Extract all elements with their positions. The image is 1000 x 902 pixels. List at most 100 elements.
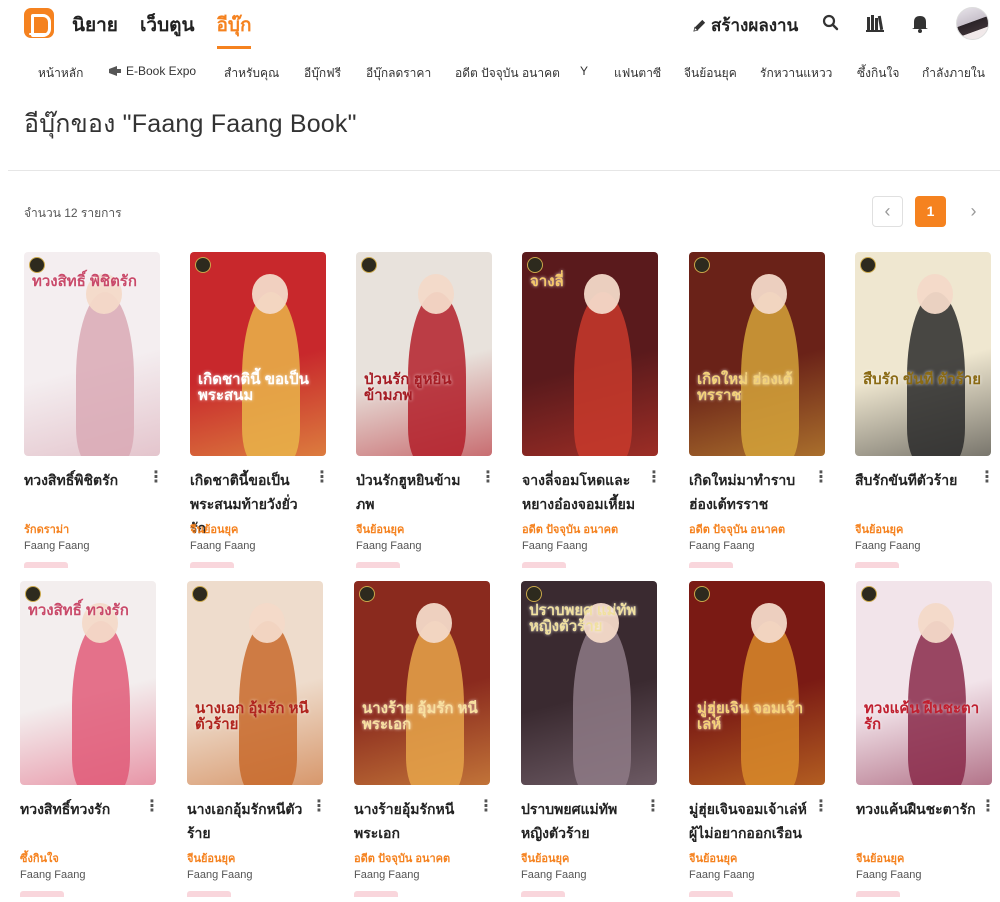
book-cover[interactable]: นางร้าย อุ้มรัก หนีพระเอก <box>354 581 490 785</box>
search-icon[interactable] <box>820 12 842 34</box>
book-author[interactable]: Faang Faang <box>689 540 754 552</box>
book-author[interactable]: Faang Faang <box>689 869 754 881</box>
book-genre[interactable]: ซึ้งกินใจ <box>20 849 59 867</box>
book-cover[interactable]: จางลี่ <box>522 252 658 456</box>
category-item[interactable]: แฟนตาซี <box>614 64 661 83</box>
book-author[interactable]: Faang Faang <box>521 869 586 881</box>
category-item[interactable]: กำลังภายใน <box>922 64 985 83</box>
more-options-icon[interactable]: ⋮ <box>314 470 330 486</box>
cover-title-text: ทวงสิทธิ์ พิชิตรัก <box>32 273 137 290</box>
category-item-ebook-expo[interactable]: E-Book Expo <box>108 64 196 78</box>
book-title[interactable]: มู่ฮุ่ยเจินจอมเจ้าเล่ห์ผู้ไม่อยากออกเรือ… <box>689 797 809 845</box>
category-item[interactable]: อดีต ปัจจุบัน อนาคต <box>455 64 560 83</box>
more-options-icon[interactable]: ⋮ <box>980 799 996 815</box>
cover-badge-icon <box>25 586 41 602</box>
category-item[interactable]: หน้าหลัก <box>38 64 83 83</box>
more-options-icon[interactable]: ⋮ <box>311 799 327 815</box>
book-genre[interactable]: อดีต ปัจจุบัน อนาคต <box>522 520 618 538</box>
more-options-icon[interactable]: ⋮ <box>813 799 829 815</box>
book-title[interactable]: นางร้ายอุ้มรักหนีพระเอก <box>354 797 474 845</box>
more-options-icon[interactable]: ⋮ <box>144 799 160 815</box>
book-cover[interactable]: ทวงแค้น ฝืนชะตารัก <box>856 581 992 785</box>
category-item[interactable]: อีบุ๊กฟรี <box>304 64 341 83</box>
more-options-icon[interactable]: ⋮ <box>646 470 662 486</box>
book-cover[interactable]: ปราบพยศ แม่ทัพหญิงตัวร้าย <box>521 581 657 785</box>
cover-badge-icon <box>860 257 876 273</box>
book-cover[interactable]: สืบรัก ขันที ตัวร้าย <box>855 252 991 456</box>
book-cover[interactable]: ทวงสิทธิ์ ทวงรัก <box>20 581 156 785</box>
pagination-prev-button[interactable]: ‹ <box>872 196 903 227</box>
book-title[interactable]: นางเอกอุ้มรักหนีตัวร้าย <box>187 797 307 845</box>
book-cover[interactable]: เกิดใหม่ ฮ่องเต้ทรราช <box>689 252 825 456</box>
book-author[interactable]: Faang Faang <box>24 540 89 552</box>
more-options-icon[interactable]: ⋮ <box>979 470 995 486</box>
book-cover[interactable]: นางเอก อุ้มรัก หนีตัวร้าย <box>187 581 323 785</box>
book-author[interactable]: Faang Faang <box>187 869 252 881</box>
cover-figure <box>574 292 632 456</box>
category-item[interactable]: รักหวานแหวว <box>760 64 832 83</box>
book-title[interactable]: เกิดใหม่มาทำราบฮ่องเต้ทรราช <box>689 468 809 516</box>
book-author[interactable]: Faang Faang <box>855 540 920 552</box>
book-title[interactable]: สืบรักขันทีตัวร้าย <box>855 468 975 492</box>
nav-webtoon[interactable]: เว็บตูน <box>140 10 195 49</box>
book-cover[interactable]: ทวงสิทธิ์ พิชิตรัก <box>24 252 160 456</box>
book-cover[interactable]: มู่ฮุ่ยเจิน จอมเจ้าเล่ห์ <box>689 581 825 785</box>
price-tag <box>689 891 733 897</box>
book-genre[interactable]: อดีต ปัจจุบัน อนาคต <box>354 849 450 867</box>
book-genre[interactable]: จีนย้อนยุค <box>689 849 737 867</box>
book-author[interactable]: Faang Faang <box>522 540 587 552</box>
bookshelf-icon[interactable] <box>864 12 886 34</box>
book-cover[interactable]: ป่วนรัก ฮูหยิน ข้ามภพ <box>356 252 492 456</box>
book-title[interactable]: ทวงแค้นฝืนชะตารัก <box>856 797 976 821</box>
more-options-icon[interactable]: ⋮ <box>148 470 164 486</box>
book-author[interactable]: Faang Faang <box>856 869 921 881</box>
cover-title-text: จางลี่ <box>530 273 564 290</box>
cover-title-text: เกิดชาตินี้ ขอเป็นพระสนม <box>198 371 309 404</box>
book-genre[interactable]: จีนย้อนยุค <box>856 849 904 867</box>
cover-figure <box>418 274 454 314</box>
nav-ebook[interactable]: อีบุ๊ก <box>216 10 252 49</box>
category-item[interactable]: Y <box>580 64 588 78</box>
book-genre[interactable]: จีนย้อนยุค <box>190 520 238 538</box>
cover-badge-icon <box>527 257 543 273</box>
main-nav: นิยาย เว็บตูน อีบุ๊ก <box>72 10 273 49</box>
top-bar: นิยาย เว็บตูน อีบุ๊ก สร้างผลงาน <box>0 0 1000 49</box>
cover-badge-icon <box>195 257 211 273</box>
category-item[interactable]: สำหรับคุณ <box>224 64 279 83</box>
category-item-label: E-Book Expo <box>126 64 197 78</box>
book-genre[interactable]: จีนย้อนยุค <box>187 849 235 867</box>
book-genre[interactable]: รักดราม่า <box>24 520 69 538</box>
pagination-next-button[interactable]: › <box>958 196 989 227</box>
book-author[interactable]: Faang Faang <box>190 540 255 552</box>
site-logo[interactable] <box>24 8 54 38</box>
book-genre[interactable]: จีนย้อนยุค <box>356 520 404 538</box>
book-author[interactable]: Faang Faang <box>20 869 85 881</box>
more-options-icon[interactable]: ⋮ <box>478 799 494 815</box>
book-title[interactable]: ปราบพยศแม่ทัพหญิงตัวร้าย <box>521 797 641 845</box>
bell-icon[interactable] <box>909 12 931 34</box>
book-title[interactable]: ป่วนรักฮูหยินข้ามภพ <box>356 468 476 516</box>
pagination-page-current[interactable]: 1 <box>915 196 946 227</box>
nav-novel[interactable]: นิยาย <box>72 10 118 49</box>
book-genre[interactable]: จีนย้อนยุค <box>855 520 903 538</box>
book-genre[interactable]: จีนย้อนยุค <box>521 849 569 867</box>
book-title[interactable]: ทวงสิทธิ์พิชิตรัก <box>24 468 144 492</box>
cover-title-text: เกิดใหม่ ฮ่องเต้ทรราช <box>697 371 793 404</box>
category-item[interactable]: จีนย้อนยุค <box>684 64 737 83</box>
cover-badge-icon <box>526 586 542 602</box>
book-title[interactable]: ทวงสิทธิ์ทวงรัก <box>20 797 140 821</box>
book-genre[interactable]: อดีต ปัจจุบัน อนาคต <box>689 520 785 538</box>
book-title[interactable]: จางลี่จอมโหดและหยางอ๋องจอมเหี้ยม <box>522 468 642 516</box>
more-options-icon[interactable]: ⋮ <box>645 799 661 815</box>
cover-badge-icon <box>861 586 877 602</box>
category-item[interactable]: ซึ้งกินใจ <box>857 64 899 83</box>
book-author[interactable]: Faang Faang <box>354 869 419 881</box>
create-work-button[interactable]: สร้างผลงาน <box>692 12 798 39</box>
more-options-icon[interactable]: ⋮ <box>813 470 829 486</box>
cover-figure <box>72 621 130 785</box>
user-avatar[interactable] <box>956 7 989 40</box>
book-author[interactable]: Faang Faang <box>356 540 421 552</box>
more-options-icon[interactable]: ⋮ <box>480 470 496 486</box>
category-item[interactable]: อีบุ๊กลดราคา <box>366 64 431 83</box>
book-cover[interactable]: เกิดชาตินี้ ขอเป็นพระสนม <box>190 252 326 456</box>
